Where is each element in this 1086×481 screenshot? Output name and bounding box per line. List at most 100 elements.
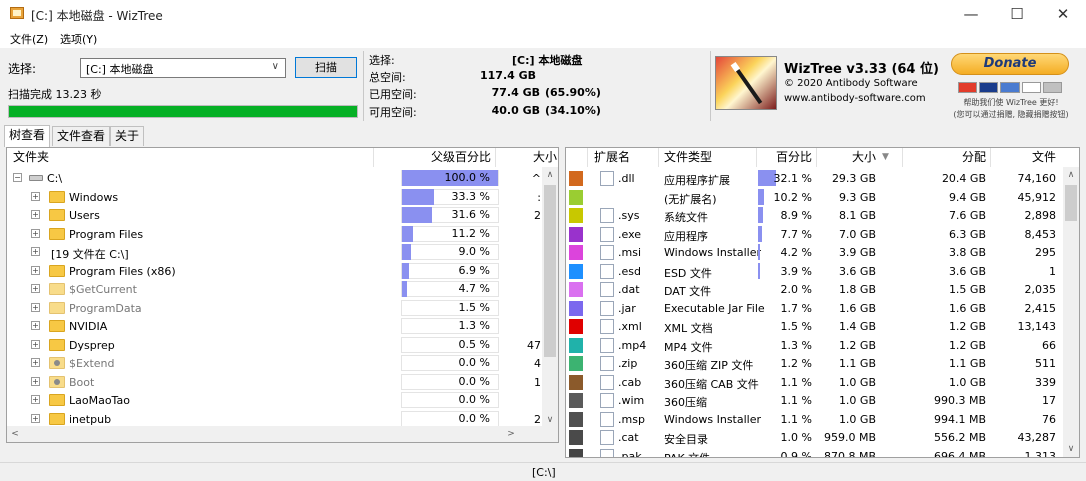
column-header-allocated[interactable]: 分配: [902, 148, 986, 167]
tree-row[interactable]: + [19 文件在 C:\] 9.0 %: [7, 243, 558, 262]
drive-select[interactable]: [C:] 本地磁盘 ∨: [80, 58, 286, 78]
tree-vertical-scrollbar[interactable]: ∧ ∨: [542, 167, 558, 428]
type-file-count: 339: [1035, 375, 1056, 389]
expand-icon[interactable]: +: [31, 210, 40, 219]
scan-progress-fill: [9, 106, 357, 117]
file-type-row[interactable]: (无扩展名) 10.2 % 9.3 GB 9.4 GB 45,912: [566, 188, 1079, 207]
column-header-folder[interactable]: 文件夹: [13, 148, 49, 167]
file-type-row[interactable]: .esd ESD 文件 3.9 % 3.6 GB 3.6 GB 1: [566, 262, 1079, 281]
folder-name: C:\: [47, 172, 63, 185]
menu-file[interactable]: 文件(Z): [10, 31, 48, 47]
expand-icon[interactable]: +: [31, 247, 40, 256]
column-header-extension[interactable]: 扩展名: [594, 148, 630, 167]
expand-icon[interactable]: +: [31, 376, 40, 386]
file-type-row[interactable]: .exe 应用程序 7.7 % 7.0 GB 6.3 GB 8,453: [566, 225, 1079, 244]
column-header-percent[interactable]: 百分比: [756, 148, 812, 167]
donate-button[interactable]: Donate: [951, 53, 1069, 75]
scroll-up-arrow-icon[interactable]: ∧: [542, 167, 558, 183]
tree-row[interactable]: − C:\ 100.0 % ^: [7, 169, 558, 188]
minimize-button[interactable]: —: [948, 0, 994, 28]
expand-icon[interactable]: +: [31, 413, 40, 423]
file-type: PAK 文件: [664, 451, 711, 458]
column-header-parent-pct[interactable]: 父级百分比: [373, 148, 491, 167]
tree-row[interactable]: + Boot 0.0 % 1: [7, 373, 558, 392]
collapse-icon[interactable]: −: [13, 173, 22, 182]
maximize-button[interactable]: ☐: [994, 0, 1040, 28]
file-type-row[interactable]: .msi Windows Installer 4.2 % 3.9 GB 3.8 GB 29…: [566, 243, 1079, 262]
file-type-row[interactable]: .msp Windows Installer 1.1 % 1.0 GB 994.1 MB…: [566, 410, 1079, 429]
expand-icon[interactable]: +: [31, 191, 40, 201]
close-button[interactable]: ✕: [1040, 0, 1086, 28]
parent-percent: 100.0 %: [444, 171, 490, 184]
type-color-swatch: [569, 356, 583, 371]
tab-tree-view[interactable]: 树查看: [4, 125, 51, 147]
parent-percent: 1.5 %: [458, 300, 490, 314]
tree-row[interactable]: + Program Files (x86) 6.9 %: [7, 262, 558, 281]
tree-row[interactable]: + Users 31.6 % 2: [7, 206, 558, 225]
tree-row[interactable]: + ProgramData 1.5 %: [7, 299, 558, 318]
folder-name: Users: [69, 209, 100, 222]
expand-icon[interactable]: +: [31, 395, 40, 404]
tree-row[interactable]: + LaoMaoTao 0.0 %: [7, 391, 558, 410]
tree-row[interactable]: + $GetCurrent 4.7 %: [7, 280, 558, 299]
file-type-icon: [600, 430, 614, 445]
expand-icon[interactable]: +: [31, 358, 40, 367]
expand-icon[interactable]: +: [31, 339, 40, 349]
file-type-row[interactable]: .dat DAT 文件 2.0 % 1.8 GB 1.5 GB 2,035: [566, 280, 1079, 299]
tree-row[interactable]: + Windows 33.3 %:: [7, 188, 558, 207]
extension: .dll: [618, 172, 635, 185]
chevron-down-icon: ∨: [271, 61, 279, 72]
column-header-size[interactable]: 大小: [816, 148, 876, 167]
file-type-row[interactable]: .zip 360压缩 ZIP 文件 1.2 % 1.1 GB 1.1 GB 511: [566, 354, 1079, 373]
wiztree-logo-icon: [715, 56, 777, 110]
folder-size: 47: [527, 338, 541, 352]
file-type-row[interactable]: .sys 系统文件 8.9 % 8.1 GB 7.6 GB 2,898: [566, 206, 1079, 225]
file-type-row[interactable]: .cab 360压缩 CAB 文件 1.1 % 1.0 GB 1.0 GB 339: [566, 373, 1079, 392]
types-vertical-scrollbar[interactable]: ∧ ∨: [1063, 167, 1079, 457]
expand-icon[interactable]: +: [31, 228, 40, 238]
tree-row[interactable]: + Dysprep 0.5 % 47: [7, 336, 558, 355]
app-icon: [10, 7, 24, 19]
type-file-count: 76: [1042, 412, 1056, 426]
parent-percent: 33.3 %: [451, 189, 490, 203]
column-header-files[interactable]: 文件: [990, 148, 1056, 167]
file-type-row[interactable]: .dll 应用程序扩展 32.1 % 29.3 GB 20.4 GB 74,160: [566, 169, 1079, 188]
about-url[interactable]: www.antibody-software.com: [784, 93, 926, 104]
type-allocated: 3.6 GB: [948, 264, 986, 278]
expand-icon[interactable]: +: [31, 321, 40, 330]
column-header-size[interactable]: 大小: [495, 148, 557, 167]
tree-row[interactable]: + Program Files 11.2 %: [7, 225, 558, 244]
file-type-row[interactable]: .mp4 MP4 文件 1.3 % 1.2 GB 1.2 GB 66: [566, 336, 1079, 355]
scan-button[interactable]: 扫描: [295, 57, 357, 78]
tab-file-view[interactable]: 文件查看: [52, 126, 111, 146]
tree-row[interactable]: + NVIDIA 1.3 %: [7, 317, 558, 336]
file-type-row[interactable]: .xml XML 文档 1.5 % 1.4 GB 1.2 GB 13,143: [566, 317, 1079, 336]
tree-row[interactable]: + $Extend 0.0 % 4: [7, 354, 558, 373]
file-type-row[interactable]: .wim 360压缩 1.1 % 1.0 GB 990.3 MB 17: [566, 391, 1079, 410]
scroll-left-arrow-icon[interactable]: <: [7, 426, 23, 442]
folder-name: $Extend: [69, 357, 115, 370]
title-bar: [C:] 本地磁盘 - WizTree — ☐ ✕: [0, 0, 1086, 28]
scroll-down-arrow-icon[interactable]: ∨: [1063, 441, 1079, 457]
file-type-icon: [600, 226, 614, 242]
donate-note: 帮助我们使 WizTree 更好!: [963, 98, 1059, 107]
expand-icon[interactable]: +: [31, 284, 40, 293]
folder-size: 1: [534, 375, 541, 389]
menu-options[interactable]: 选项(Y): [60, 31, 97, 47]
expand-icon[interactable]: +: [31, 302, 40, 312]
scroll-up-arrow-icon[interactable]: ∧: [1063, 167, 1079, 183]
scroll-right-arrow-icon[interactable]: >: [503, 426, 519, 442]
parent-percent: 0.0 %: [458, 411, 490, 425]
file-type-icon: [600, 356, 614, 371]
tree-horizontal-scrollbar[interactable]: < >: [7, 426, 558, 442]
column-header-file-type[interactable]: 文件类型: [664, 148, 712, 167]
file-type-row[interactable]: .pak PAK 文件 0.9 % 870.8 MB 696.4 MB 1,313: [566, 447, 1079, 458]
file-type-row[interactable]: .cat 安全目录 1.0 % 959.0 MB 556.2 MB 43,287: [566, 428, 1079, 447]
file-type-row[interactable]: .jar Executable Jar File 1.7 % 1.6 GB 1.6 GB…: [566, 299, 1079, 318]
type-size: 1.4 GB: [838, 320, 876, 333]
scroll-thumb[interactable]: [544, 185, 556, 357]
tab-about[interactable]: 关于: [110, 126, 145, 146]
expand-icon[interactable]: +: [31, 265, 40, 275]
scroll-thumb[interactable]: [1065, 185, 1077, 221]
file-type-icon: [600, 448, 614, 457]
